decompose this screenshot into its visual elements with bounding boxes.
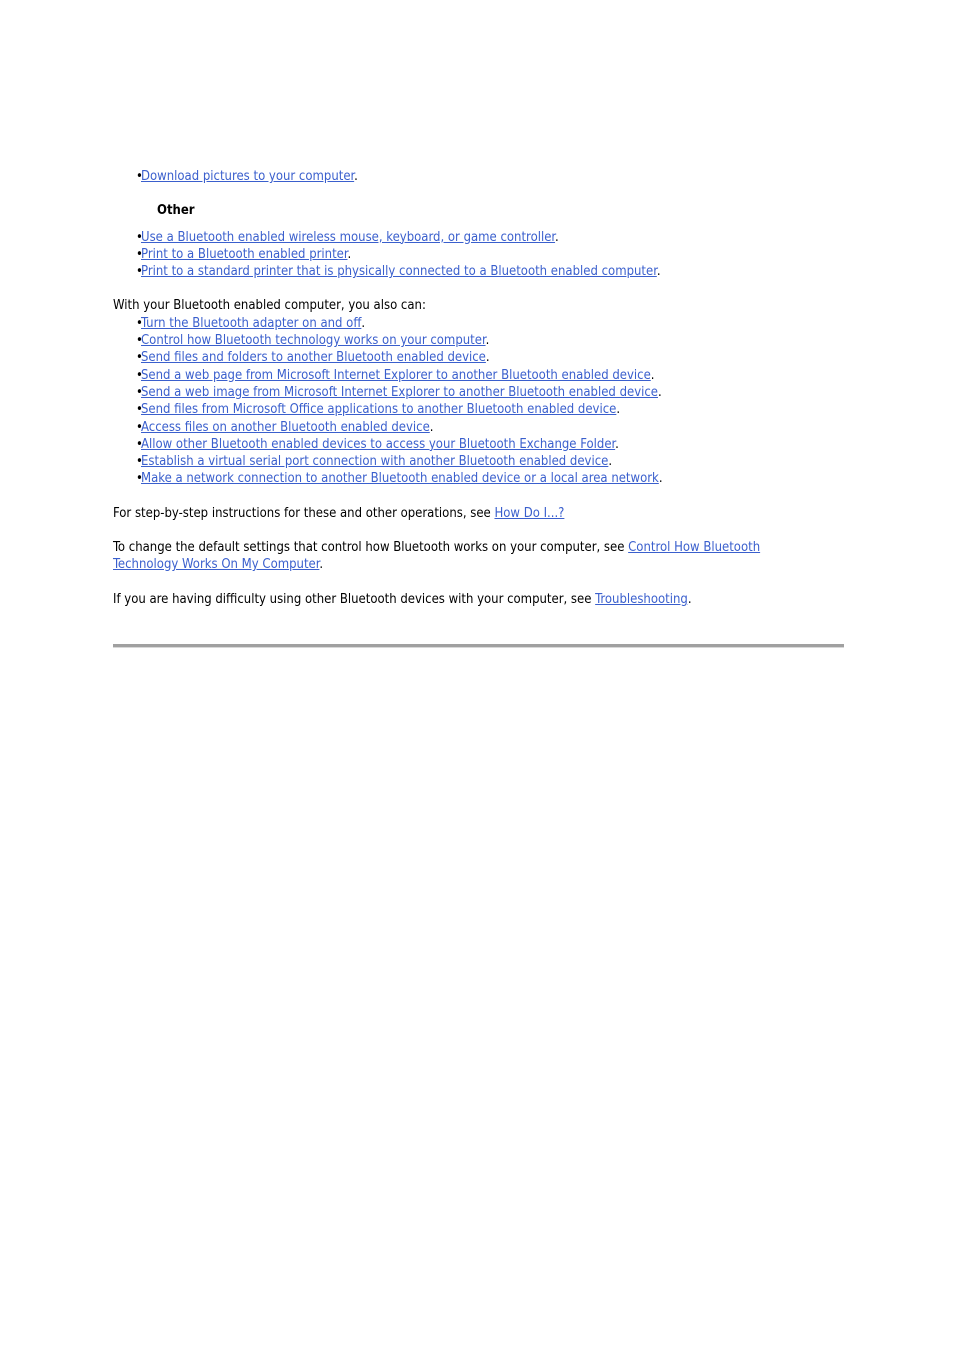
bullet-icon: • [136, 436, 143, 452]
trailing-period: . [658, 471, 663, 487]
list-item: • Send files and folders to another Bluet… [113, 349, 853, 366]
bullet-icon: • [136, 350, 143, 366]
link-control-how-bluetooth-works[interactable]: Control how Bluetooth technology works o… [141, 333, 486, 348]
bullet-icon: • [136, 264, 143, 280]
paragraph-text: To change the default settings that cont… [113, 540, 629, 556]
trailing-period: . [656, 264, 661, 280]
also-can-list: • Turn the Bluetooth adapter on and off. … [113, 315, 853, 488]
trailing-period: . [354, 169, 358, 184]
link-send-web-image[interactable]: Send a web image from Microsoft Internet… [141, 385, 658, 400]
list-item: • Download pictures to your computer. [113, 168, 853, 185]
bullet-icon: • [136, 384, 143, 400]
list-item: • Use a Bluetooth enabled wireless mouse,… [113, 229, 853, 246]
trailing-period: . [347, 246, 352, 262]
horizontal-divider [113, 644, 844, 648]
trailing-period: . [485, 350, 490, 366]
bullet-icon: • [136, 367, 143, 383]
trailing-period: . [429, 419, 434, 435]
paragraph-how-do-i: For step-by-step instructions for these … [113, 505, 828, 522]
link-send-web-page[interactable]: Send a web page from Microsoft Internet … [141, 368, 651, 383]
trailing-period: . [608, 454, 613, 470]
bullet-icon: • [136, 229, 143, 245]
list-item: • Access files on another Bluetooth enabl… [113, 419, 853, 436]
also-can-intro: With your Bluetooth enabled computer, yo… [113, 298, 426, 314]
link-print-to-bluetooth-printer[interactable]: Print to a Bluetooth enabled printer [141, 247, 348, 262]
trailing-period: . [319, 557, 324, 573]
link-print-to-standard-printer[interactable]: Print to a standard printer that is phys… [141, 264, 657, 279]
list-item: • Make a network connection to another Bl… [113, 470, 853, 487]
link-how-do-i[interactable]: How Do I...? [494, 506, 564, 521]
trailing-period: . [650, 367, 655, 383]
download-pictures-list: • Download pictures to your computer. [113, 168, 853, 185]
list-item: • Establish a virtual serial port connect… [113, 453, 853, 470]
link-turn-adapter-on-off[interactable]: Turn the Bluetooth adapter on and off [141, 316, 361, 331]
trailing-period: . [687, 591, 692, 607]
trailing-period: . [658, 384, 662, 400]
link-send-files-and-folders[interactable]: Send files and folders to another Blueto… [141, 350, 486, 365]
list-item: • Send a web page from Microsoft Internet… [113, 367, 853, 384]
trailing-period: . [485, 333, 490, 349]
list-item: • Print to a standard printer that is phy… [113, 263, 853, 280]
trailing-period: . [361, 315, 366, 331]
link-allow-access-exchange-folder[interactable]: Allow other Bluetooth enabled devices to… [141, 437, 615, 452]
list-item: • Send a web image from Microsoft Interne… [113, 384, 853, 401]
link-use-wireless-mouse-keyboard-controller[interactable]: Use a Bluetooth enabled wireless mouse, … [141, 230, 555, 245]
list-item: • Send files from Microsoft Office applic… [113, 401, 853, 418]
trailing-period: . [615, 436, 619, 452]
trailing-period: . [616, 402, 621, 418]
link-establish-virtual-serial-port[interactable]: Establish a virtual serial port connecti… [141, 454, 608, 469]
list-item: • Turn the Bluetooth adapter on and off. [113, 315, 853, 332]
link-make-network-connection[interactable]: Make a network connection to another Blu… [141, 471, 659, 486]
paragraph-troubleshooting: If you are having difficulty using other… [113, 591, 828, 608]
list-item: • Control how Bluetooth technology works … [113, 332, 853, 349]
list-item: • Print to a Bluetooth enabled printer. [113, 246, 853, 263]
bullet-icon: • [136, 315, 143, 331]
bullet-icon: • [136, 471, 143, 487]
bullet-icon: • [136, 402, 143, 418]
bullet-icon: • [136, 454, 143, 470]
paragraph-text: For step-by-step instructions for these … [113, 505, 495, 521]
trailing-period: . [555, 229, 559, 245]
bullet-icon: • [136, 246, 143, 262]
other-list: • Use a Bluetooth enabled wireless mouse,… [113, 229, 853, 281]
paragraph-default-settings: To change the default settings that cont… [113, 539, 828, 574]
document-body: • Download pictures to your computer. Oth… [113, 168, 853, 608]
bullet-icon: • [136, 169, 143, 184]
paragraph-text: If you are having difficulty using other… [113, 591, 596, 607]
link-troubleshooting[interactable]: Troubleshooting [595, 592, 688, 607]
section-heading-other: Other [157, 203, 195, 219]
link-send-files-from-office[interactable]: Send files from Microsoft Office applica… [141, 402, 616, 417]
link-access-files-on-another-device[interactable]: Access files on another Bluetooth enable… [141, 420, 430, 435]
bullet-icon: • [136, 333, 143, 349]
link-download-pictures[interactable]: Download pictures to your computer [141, 169, 354, 184]
bullet-icon: • [136, 419, 143, 435]
list-item: • Allow other Bluetooth enabled devices t… [113, 436, 853, 453]
